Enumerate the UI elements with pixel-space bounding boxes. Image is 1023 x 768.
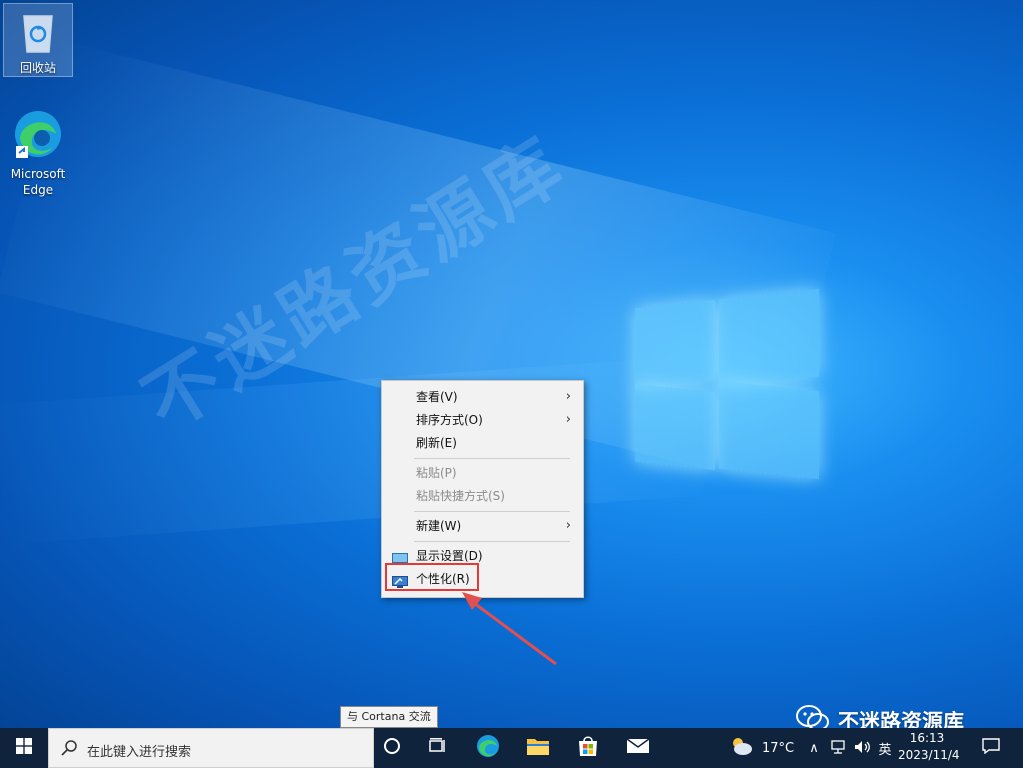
annotation-highlight-box (385, 563, 479, 591)
chevron-up-icon: ∧ (809, 740, 819, 756)
edge-icon (476, 734, 500, 762)
task-view-icon (429, 738, 447, 758)
menu-separator (414, 511, 570, 512)
input-method-indicator: 英 (878, 742, 892, 758)
clock-time: 16:13 (909, 731, 945, 745)
store-icon (577, 735, 599, 761)
desktop-icon-edge[interactable]: Microsoft Edge (4, 102, 72, 197)
desktop-icon-recycle-bin[interactable]: 回收站 (3, 3, 73, 77)
taskbar-clock[interactable]: 16:13 2023/11/4 (898, 730, 960, 764)
search-icon (61, 740, 77, 760)
input-method-button[interactable]: 英 (874, 728, 896, 768)
menu-item-refresh[interactable]: 刷新(E) (382, 432, 583, 454)
taskbar-file-explorer-button[interactable] (518, 728, 558, 768)
task-view-button[interactable] (418, 728, 458, 768)
wallpaper-light-beam (0, 355, 705, 545)
mail-icon (626, 738, 650, 758)
chevron-right-icon: › (565, 389, 571, 404)
weather-temperature: 17°C (761, 740, 795, 756)
annotation-arrow (462, 592, 557, 666)
menu-item-paste-shortcut: 粘贴快捷方式(S) (416, 489, 505, 503)
recycle-bin-icon (4, 10, 72, 58)
action-center-button[interactable] (976, 728, 1006, 768)
taskbar-search-box[interactable]: 在此键入进行搜索 (48, 728, 374, 768)
menu-item-paste: 粘贴(P) (416, 466, 457, 480)
desktop-icon-label: Microsoft (10, 167, 66, 181)
taskbar-mail-button[interactable] (618, 728, 658, 768)
chevron-right-icon: › (565, 518, 571, 533)
menu-item-new[interactable]: 新建(W) › (382, 515, 583, 537)
search-placeholder: 在此键入进行搜索 (87, 745, 192, 760)
cortana-button[interactable] (372, 728, 412, 768)
windows-start-icon (16, 738, 32, 758)
taskbar-store-button[interactable] (568, 728, 608, 768)
menu-separator (414, 541, 570, 542)
show-hidden-icons-button[interactable]: ∧ (804, 728, 824, 768)
notification-icon (982, 738, 1000, 758)
clock-date: 2023/11/4 (898, 748, 960, 762)
menu-separator (414, 458, 570, 459)
taskbar: 在此键入进行搜索 17°C ∧ 英 16:13 2023/11/4 (0, 728, 1023, 768)
desktop-icon-label: 回收站 (19, 61, 56, 75)
taskbar-edge-button[interactable] (468, 728, 508, 768)
edge-icon (4, 108, 72, 164)
weather-widget[interactable]: 17°C (724, 728, 798, 768)
desktop-icon-label: Edge (22, 183, 54, 197)
menu-item-sort-by[interactable]: 排序方式(O) › (382, 409, 583, 431)
chevron-right-icon: › (565, 412, 571, 427)
network-status-button[interactable] (828, 728, 850, 768)
volume-icon (854, 739, 872, 758)
wallpaper-windows-logo (635, 288, 821, 480)
weather-partly-cloudy-icon (728, 736, 754, 760)
start-button[interactable] (0, 728, 48, 768)
network-icon (831, 739, 847, 758)
menu-item-view[interactable]: 查看(V) › (382, 386, 583, 408)
volume-button[interactable] (852, 728, 874, 768)
file-explorer-icon (526, 736, 550, 760)
cortana-icon (383, 737, 401, 759)
cortana-tooltip: 与 Cortana 交流 (340, 706, 438, 728)
